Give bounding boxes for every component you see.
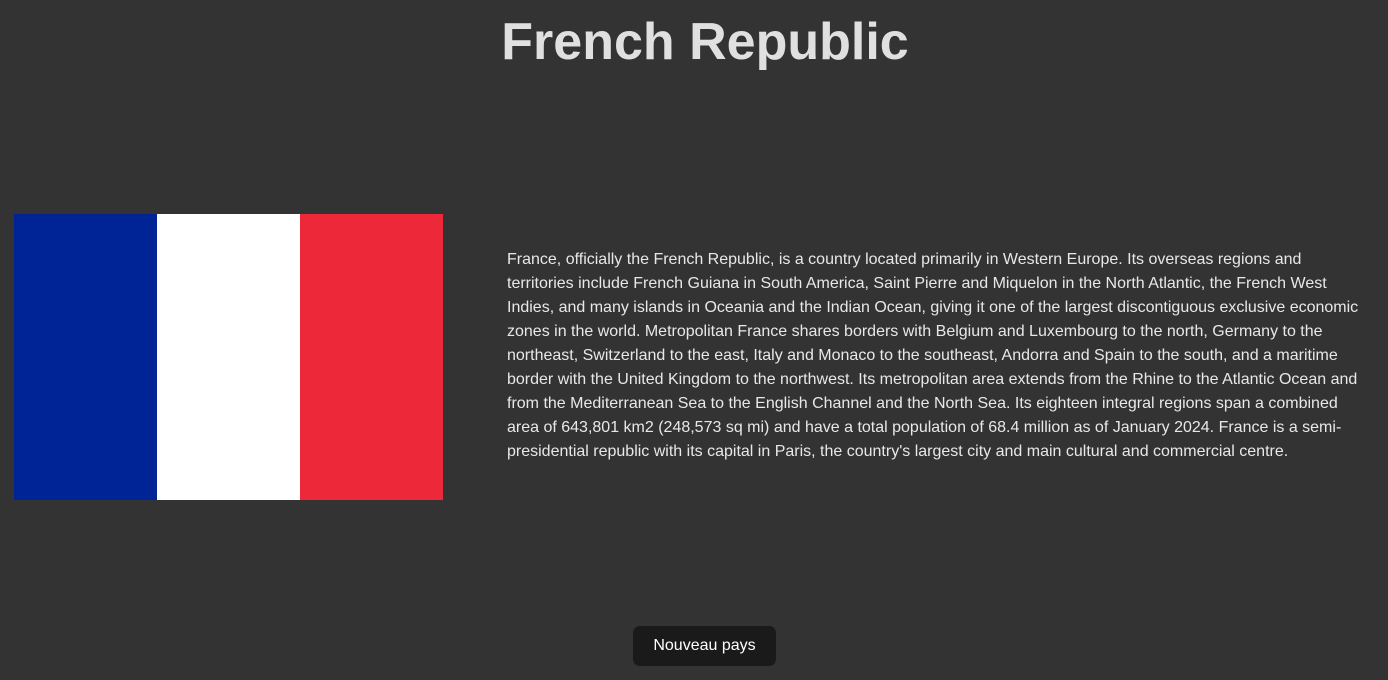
new-country-button[interactable]: Nouveau pays: [633, 626, 776, 666]
country-description: France, officially the French Republic, …: [507, 251, 1359, 460]
country-flag: [14, 214, 443, 500]
flag-stripe-blue: [14, 214, 157, 500]
flag-stripe-red: [300, 214, 443, 500]
flag-stripe-white: [157, 214, 300, 500]
page-title: French Republic: [501, 13, 909, 71]
